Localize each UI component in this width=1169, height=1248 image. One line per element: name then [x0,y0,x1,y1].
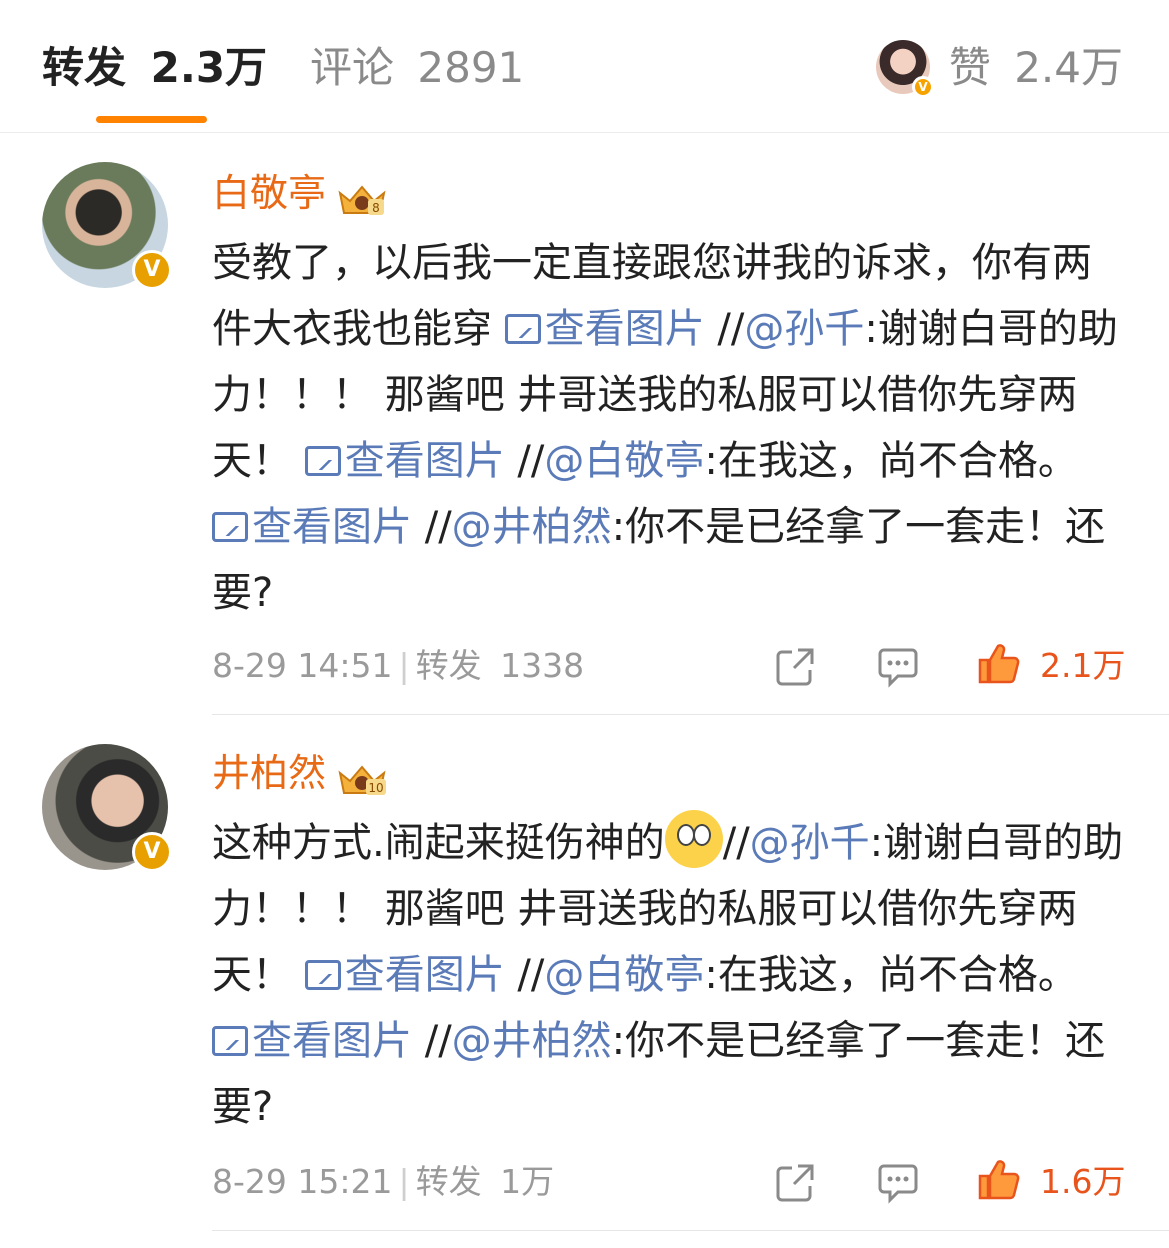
picture-icon [304,446,341,476]
repost-count: 1万 [500,1162,555,1201]
tab-comments-count: 2891 [417,43,525,92]
view-picture-label: 查看图片 [252,504,412,550]
meta-separator: | [398,1162,410,1201]
comment-text-segment: 这种方式.闹起来挺伤神的 [212,820,665,866]
like-count: 1.6万 [1040,1162,1126,1201]
share-icon[interactable] [774,644,818,688]
divider [212,714,1169,715]
username-text: 井柏然 [212,751,327,795]
view-picture-label: 查看图片 [544,306,705,352]
picture-icon [304,960,341,990]
view-picture-link[interactable]: 查看图片 [504,306,705,352]
view-picture-link[interactable]: 查看图片 [304,952,505,998]
active-tab-indicator [96,116,207,123]
comment-text-segment: :在我这，尚不合格。 [704,438,1078,484]
thumbs-up-icon[interactable] [976,642,1020,686]
mention-link[interactable]: @白敬亭 [544,438,704,484]
level-number: 8 [372,201,380,215]
comment-text: 受教了，以后我一定直接跟您讲我的诉求，你有两件大衣我也能穿 查看图片 //@孙千… [212,230,1127,626]
eye-roll-emoji [664,810,723,868]
comment-text-segment: // [504,952,545,998]
repost-label: 转发 [415,646,482,685]
mention-link[interactable]: @孙千 [750,820,870,866]
view-picture-label: 查看图片 [344,438,505,484]
tab-reposts-label: 转发 [42,43,127,92]
tab-comments-label: 评论 [310,43,395,92]
avatar[interactable]: V [42,162,172,290]
tab-likes[interactable]: 赞 2.4万 [949,38,1123,98]
picture-icon [504,314,541,344]
mention-link[interactable]: @井柏然 [452,1018,612,1064]
mention-link[interactable]: @井柏然 [452,504,612,550]
mention-link[interactable]: @孙千 [744,306,864,352]
username[interactable]: 井柏然 10 [212,748,388,798]
view-picture-label: 查看图片 [252,1018,412,1064]
repost-count: 1338 [500,646,585,685]
tab-comments[interactable]: 评论 2891 [310,38,524,98]
comment-bubble-icon[interactable] [876,644,920,688]
verified-badge-icon: V [132,250,172,290]
like-count: 2.1万 [1040,646,1126,685]
tab-bar: 转发 2.3万 评论 2891 V 赞 2.4万 [0,0,1169,133]
verified-badge-icon: V [132,832,172,872]
verified-badge-icon: V [912,76,934,98]
level-number: 10 [368,781,383,795]
view-picture-link[interactable]: 查看图片 [212,504,412,550]
crown-level-icon: 10 [336,759,388,795]
comment-text-segment: // [412,504,452,550]
tab-likes-label: 赞 [948,43,991,92]
view-picture-link[interactable]: 查看图片 [212,1018,412,1064]
view-picture-label: 查看图片 [344,952,505,998]
tab-likes-count: 2.4万 [1014,43,1123,92]
comment-text-segment: // [704,306,745,352]
username[interactable]: 白敬亭 8 [212,168,388,218]
comment-text-segment: :在我这，尚不合格。 [704,952,1078,998]
comment-text-segment: // [722,820,750,866]
tab-reposts[interactable]: 转发 2.3万 [42,38,267,98]
crown-level-icon: 8 [336,179,388,215]
picture-icon [212,1026,248,1056]
comment-text: 这种方式.闹起来挺伤神的//@孙千:谢谢白哥的助力！！！ 那酱吧 井哥送我的私服… [212,810,1127,1140]
avatar[interactable]: V [42,744,172,872]
comment-bubble-icon[interactable] [876,1160,920,1204]
comment-meta: 8-29 14:51 | 转发 1338 [212,644,584,688]
mention-link[interactable]: @白敬亭 [544,952,704,998]
view-picture-link[interactable]: 查看图片 [304,438,505,484]
thumbs-up-icon[interactable] [976,1158,1020,1202]
share-icon[interactable] [774,1160,818,1204]
liker-avatar[interactable]: V [876,40,934,98]
comment-text-segment: // [504,438,545,484]
comment-text-segment: // [412,1018,452,1064]
repost-label: 转发 [415,1162,482,1201]
username-text: 白敬亭 [212,171,327,215]
meta-separator: | [398,646,410,685]
picture-icon [212,512,248,542]
tab-reposts-count: 2.3万 [150,43,268,92]
comment-meta: 8-29 15:21 | 转发 1万 [212,1160,554,1204]
comment-time: 8-29 14:51 [212,646,393,685]
comment-time: 8-29 15:21 [212,1162,393,1201]
divider [212,1230,1169,1231]
